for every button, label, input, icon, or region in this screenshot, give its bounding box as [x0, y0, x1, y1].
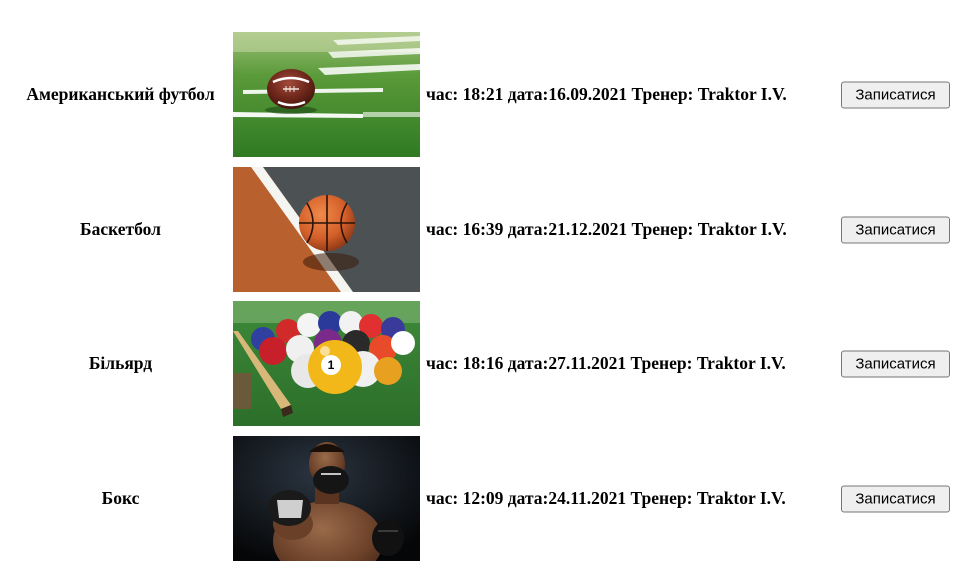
session-info: час: 18:21 дата: 16.09.2021 Тренер: Trakt… — [426, 32, 787, 157]
trainer-name: Traktor I.V. — [697, 84, 787, 104]
section-name: Більярд — [88, 353, 153, 373]
session-info: час: 18:16 дата: 27.11.2021 Тренер: Trakt… — [426, 301, 786, 426]
section-name: Американський футбол — [26, 84, 215, 104]
section-row: Бокс час: 12:09 дата: 24.11.2021 Тренер:… — [0, 436, 967, 561]
trainer-label: Тренер: — [630, 488, 693, 508]
basketball-image — [233, 167, 420, 292]
signup-button[interactable]: Записатися — [841, 81, 950, 108]
session-info: час: 16:39 дата: 21.12.2021 Тренер: Trakt… — [426, 167, 787, 292]
date-value: 27.11.2021 — [548, 353, 627, 373]
signup-button[interactable]: Записатися — [841, 350, 950, 377]
trainer-name: Traktor I.V. — [697, 219, 787, 239]
section-name: Баскетбол — [80, 219, 161, 239]
date-label: дата: — [507, 488, 549, 508]
trainer-name: Traktor I.V. — [696, 353, 786, 373]
time-label: час: — [426, 219, 459, 239]
time-value: 16:39 — [462, 219, 504, 239]
trainer-label: Тренер: — [631, 84, 694, 104]
time-label: час: — [426, 353, 459, 373]
svg-text:1: 1 — [328, 358, 335, 372]
time-value: 18:21 — [462, 84, 504, 104]
trainer-label: Тренер: — [631, 219, 694, 239]
date-value: 16.09.2021 — [548, 84, 628, 104]
time-value: 12:09 — [462, 488, 504, 508]
trainer-name: Traktor I.V. — [696, 488, 786, 508]
trainer-label: Тренер: — [630, 353, 693, 373]
time-value: 18:16 — [462, 353, 504, 373]
section-row: Американський футбол час: 18:21 дата: 16… — [0, 32, 967, 157]
date-label: дата: — [507, 353, 549, 373]
billiard-image: 1 — [233, 301, 420, 426]
section-row: Більярд 1 час: 18:16 дата: 27.11.2021 Тр… — [0, 301, 967, 426]
date-label: дата: — [507, 219, 549, 239]
boxing-image — [233, 436, 420, 561]
section-row: Баскетбол час: 16:39 дата: 21.12.2021 Тре… — [0, 167, 967, 292]
time-label: час: — [426, 488, 459, 508]
date-value: 21.12.2021 — [548, 219, 628, 239]
time-label: час: — [426, 84, 459, 104]
date-value: 24.11.2021 — [548, 488, 627, 508]
signup-button[interactable]: Записатися — [841, 216, 950, 243]
session-info: час: 12:09 дата: 24.11.2021 Тренер: Trakt… — [426, 436, 786, 561]
section-name: Бокс — [101, 488, 140, 508]
american-football-image — [233, 32, 420, 157]
date-label: дата: — [507, 84, 549, 104]
signup-button[interactable]: Записатися — [841, 485, 950, 512]
